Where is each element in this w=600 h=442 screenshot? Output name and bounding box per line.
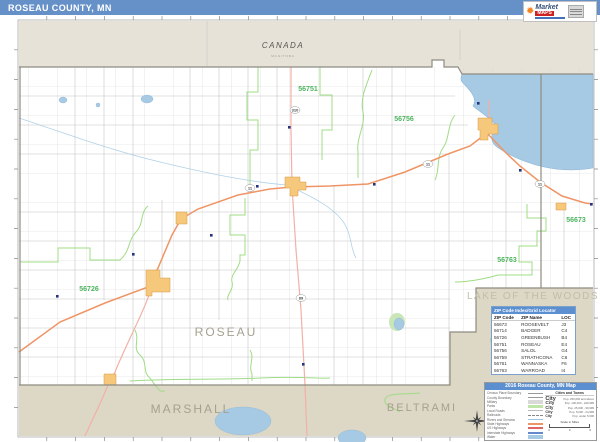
scale-ticks: 036 [545,428,594,432]
brand-logo: ✹ Market MAPS [523,1,597,22]
zip-code-label: 56756 [394,116,414,123]
scale-bar: Scale in Miles 036 [545,420,594,432]
zip-table-body: 56673ROOSEVELTJ356714BADGERC456726GREENB… [492,321,575,374]
zip-code-label: 56726 [79,286,99,293]
logo-side-panel [568,5,584,18]
table-row: 56726GREENBUSHB4 [492,334,575,341]
legend-swatch-gray-fill [528,400,543,404]
neighbor-county-label: MARSHALL [151,402,232,416]
highway-shield: 11 [245,185,255,192]
page-title: ROSEAU COUNTY, MN [0,3,112,13]
legend-swatch-green-fill [528,405,543,409]
legend-swatch-gray-thin [528,410,543,411]
zip-code-label: 56751 [298,86,318,93]
legend-swatch-gray-line [528,393,543,394]
logo-rule [535,17,565,19]
table-row: 56759STRATHCONAC6 [492,354,575,361]
zip-code-label: 56763 [497,257,517,264]
highway-shield-number: 89 [299,295,304,300]
logo-word-maps: MAPS [535,11,553,16]
legend-swatch-hatch-line [528,415,543,416]
canada-region [19,21,593,74]
neighbor-county-label: ROSEAU [195,325,258,339]
neighbor-county-label: BELTRAMI [387,402,457,414]
zip-code-label: 56673 [566,217,586,224]
highway-shield: 89 [296,295,306,302]
table-row: 56756SALOLG4 [492,347,575,354]
legend-items: Census Place BoundaryCounty BoundaryMili… [487,391,543,439]
highway-shield: 310 [290,107,300,114]
legend-item: Water [487,435,543,439]
legend-swatch-blue-thin [528,419,543,420]
zip-table-column-row: ZIP CodeZIP NameLOC [492,314,575,321]
logo-wordmark: Market MAPS [535,4,565,19]
legend-swatch-blue-line [528,432,543,434]
county-map: CANADA MANITOBA LAKE OF THE WOODS ROSEAU M… [0,0,600,442]
highway-shield-number: 310 [292,107,299,112]
table-row: 56673ROOSEVELTJ3 [492,321,575,328]
legend-swatch-orange-line [528,423,543,425]
canada-label: CANADA [262,41,304,50]
neighbor-county-label: LAKE OF THE WOODS [467,291,599,302]
highway-shield: 11 [535,181,545,188]
table-row: 56761WANNASKAF6 [492,361,575,368]
map-page: CANADA MANITOBA LAKE OF THE WOODS ROSEAU M… [0,0,600,442]
title-bar: ROSEAU COUNTY, MN [0,0,600,15]
city-size-row: CityPop. under 5,000 [545,414,594,419]
legend-header: 2016 Roseau County, MN Map [485,383,596,390]
canada-region-label: MANITOBA [271,54,295,58]
map-legend: 2016 Roseau County, MN Map Census Place … [484,382,597,441]
table-row: 56763WARROADI4 [492,367,575,374]
city-size-list: CityPop. 250,000 and aboveCityPop. 100,0… [545,396,594,419]
legend-swatch-blue-fill [528,435,543,439]
highway-shield: 11 [423,161,433,168]
legend-swatch-gray-line [528,397,543,398]
table-row: 56714BADGERC4 [492,328,575,335]
table-row: 56751ROSEAUE4 [492,341,575,348]
legend-swatch-red-line [528,427,543,429]
zip-table-header: ZIP Code Index/Grid Locator [492,307,575,314]
zip-code-index-table: ZIP Code Index/Grid Locator ZIP CodeZIP … [491,306,576,375]
sunburst-icon: ✹ [526,7,534,17]
